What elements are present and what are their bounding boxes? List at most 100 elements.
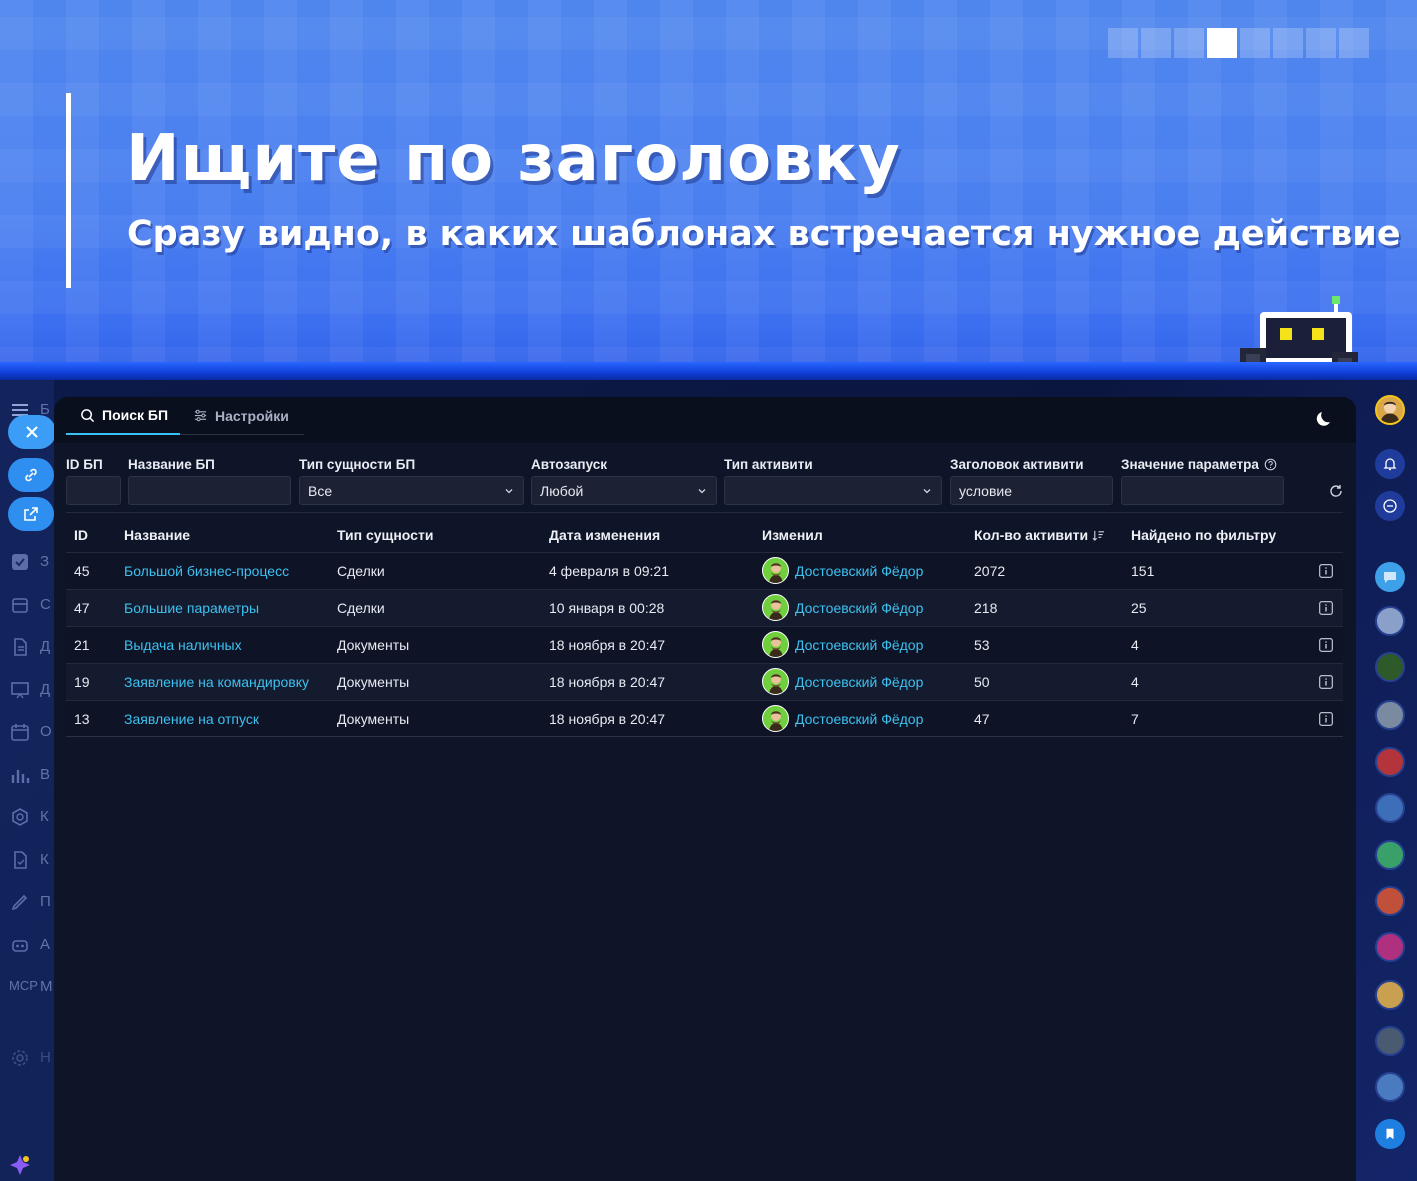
contact-avatar[interactable] bbox=[1375, 793, 1405, 823]
tab-search-bp[interactable]: Поиск БП bbox=[66, 397, 180, 435]
cell-name-link[interactable]: Большие параметры bbox=[124, 600, 259, 616]
contact-avatar[interactable] bbox=[1375, 747, 1405, 777]
user-avatar bbox=[762, 631, 789, 658]
table-row[interactable]: 19 Заявление на командировку Документы 18 н… bbox=[66, 663, 1343, 700]
activity-title-input[interactable]: условие bbox=[950, 476, 1113, 505]
slide-dot[interactable] bbox=[1207, 28, 1237, 58]
cell-name-link[interactable]: Заявление на отпуск bbox=[124, 711, 259, 727]
table-row[interactable]: 21 Выдача наличных Документы 18 ноября в 20… bbox=[66, 626, 1343, 663]
close-button[interactable] bbox=[8, 415, 56, 449]
table-row[interactable]: 45 Большой бизнес-процесс Сделки 4 февраля … bbox=[66, 552, 1343, 589]
cell-user[interactable]: Достоевский Фёдор bbox=[762, 594, 923, 621]
copilot-icon[interactable] bbox=[8, 1153, 32, 1177]
cell-name-link[interactable]: Большой бизнес-процесс bbox=[124, 563, 289, 579]
cell-found: 25 bbox=[1131, 600, 1147, 616]
user-name-link[interactable]: Достоевский Фёдор bbox=[795, 711, 923, 727]
contact-avatar[interactable] bbox=[1375, 700, 1405, 730]
filter-entity-type: Тип сущности БП Все bbox=[299, 457, 524, 505]
contact-avatar[interactable] bbox=[1375, 980, 1405, 1010]
user-name-link[interactable]: Достоевский Фёдор bbox=[795, 674, 923, 690]
cell-user[interactable]: Достоевский Фёдор bbox=[762, 668, 923, 695]
message-icon bbox=[1384, 572, 1396, 583]
cell-user[interactable]: Достоевский Фёдор bbox=[762, 557, 923, 584]
id-bp-input[interactable] bbox=[66, 476, 121, 505]
notifications-button[interactable] bbox=[1375, 449, 1405, 479]
sliders-icon bbox=[194, 409, 207, 422]
cell-user[interactable]: Достоевский Фёдор bbox=[762, 705, 923, 732]
sidebar-item-automation[interactable] bbox=[10, 935, 30, 955]
sidebar-item-bank[interactable] bbox=[10, 595, 30, 615]
help-icon[interactable] bbox=[1264, 458, 1277, 471]
bookmarks-button[interactable] bbox=[1375, 1119, 1405, 1149]
link-icon bbox=[25, 468, 37, 482]
cell-id: 45 bbox=[74, 563, 90, 579]
slide-dot[interactable] bbox=[1174, 28, 1204, 58]
user-name-link[interactable]: Достоевский Фёдор bbox=[795, 600, 923, 616]
sidebar-letter: А bbox=[40, 936, 51, 953]
search-icon bbox=[81, 408, 95, 422]
contact-avatar[interactable] bbox=[1375, 1072, 1405, 1102]
sidebar-item-calendar[interactable] bbox=[10, 722, 30, 742]
cell-name-link[interactable]: Заявление на командировку bbox=[124, 674, 309, 690]
cell-name-link[interactable]: Выдача наличных bbox=[124, 637, 242, 653]
contact-avatar[interactable] bbox=[1375, 606, 1405, 636]
cell-entity: Сделки bbox=[337, 563, 385, 579]
tab-settings[interactable]: Настройки bbox=[180, 397, 304, 435]
name-bp-input[interactable] bbox=[128, 476, 291, 505]
contact-avatar[interactable] bbox=[1375, 652, 1405, 682]
param-value-input[interactable] bbox=[1121, 476, 1284, 505]
info-icon[interactable] bbox=[1319, 638, 1333, 652]
current-user-avatar[interactable] bbox=[1375, 395, 1405, 425]
info-icon[interactable] bbox=[1319, 601, 1333, 615]
table-row[interactable]: 13 Заявление на отпуск Документы 18 ноября … bbox=[66, 700, 1343, 737]
info-icon[interactable] bbox=[1319, 675, 1333, 689]
filter-label: Заголовок активити bbox=[950, 457, 1084, 472]
sidebar-item-crm[interactable] bbox=[10, 807, 30, 827]
contact-avatar[interactable] bbox=[1375, 1026, 1405, 1056]
sidebar-item-sign[interactable] bbox=[10, 892, 30, 912]
contact-avatar[interactable] bbox=[1375, 886, 1405, 916]
slide-dot[interactable] bbox=[1141, 28, 1171, 58]
slide-dot[interactable] bbox=[1240, 28, 1270, 58]
contact-avatar[interactable] bbox=[1375, 840, 1405, 870]
cell-user[interactable]: Достоевский Фёдор bbox=[762, 631, 923, 658]
info-icon[interactable] bbox=[1319, 712, 1333, 726]
chat-search-icon bbox=[1383, 499, 1397, 513]
sidebar-item-contracts[interactable] bbox=[10, 850, 30, 870]
cell-date: 18 ноября в 20:47 bbox=[549, 674, 666, 690]
messages-button[interactable] bbox=[1375, 562, 1405, 592]
refresh-icon[interactable] bbox=[1328, 483, 1344, 499]
table-row[interactable]: 47 Большие параметры Сделки 10 января в 00:… bbox=[66, 589, 1343, 626]
user-name-link[interactable]: Достоевский Фёдор bbox=[795, 563, 923, 579]
autostart-select[interactable]: Любой bbox=[531, 476, 717, 505]
slide-dot[interactable] bbox=[1273, 28, 1303, 58]
cell-found: 4 bbox=[1131, 674, 1139, 690]
sidebar-item-settings[interactable] bbox=[10, 1048, 30, 1068]
slide-dot[interactable] bbox=[1339, 28, 1369, 58]
info-icon[interactable] bbox=[1319, 564, 1333, 578]
col-date[interactable]: Дата изменения bbox=[549, 527, 660, 543]
col-found[interactable]: Найдено по фильтру bbox=[1131, 527, 1276, 543]
col-entity[interactable]: Тип сущности bbox=[337, 527, 433, 543]
sidebar-item-tasks[interactable] bbox=[10, 552, 30, 572]
user-name-link[interactable]: Достоевский Фёдор bbox=[795, 637, 923, 653]
col-name[interactable]: Название bbox=[124, 527, 190, 543]
slide-dot[interactable] bbox=[1306, 28, 1336, 58]
search-chat-button[interactable] bbox=[1375, 491, 1405, 521]
contact-avatar[interactable] bbox=[1375, 932, 1405, 962]
entity-type-select[interactable]: Все bbox=[299, 476, 524, 505]
moon-icon[interactable] bbox=[1316, 408, 1336, 428]
sidebar-item-analytics[interactable] bbox=[10, 765, 30, 785]
copy-link-button[interactable] bbox=[8, 458, 54, 492]
tab-label: Настройки bbox=[215, 407, 289, 424]
slide-dot[interactable] bbox=[1108, 28, 1138, 58]
open-external-button[interactable] bbox=[8, 497, 54, 531]
col-user[interactable]: Изменил bbox=[762, 527, 823, 543]
col-count[interactable]: Кол-во активити bbox=[974, 527, 1105, 543]
col-id[interactable]: ID bbox=[74, 527, 88, 543]
sidebar-item-presentation[interactable] bbox=[10, 680, 30, 700]
sidebar-item-mcp[interactable]: MCP bbox=[9, 978, 38, 993]
activity-type-select[interactable] bbox=[724, 476, 942, 505]
sidebar-letter: К bbox=[40, 808, 49, 825]
sidebar-item-docs[interactable] bbox=[10, 637, 30, 657]
